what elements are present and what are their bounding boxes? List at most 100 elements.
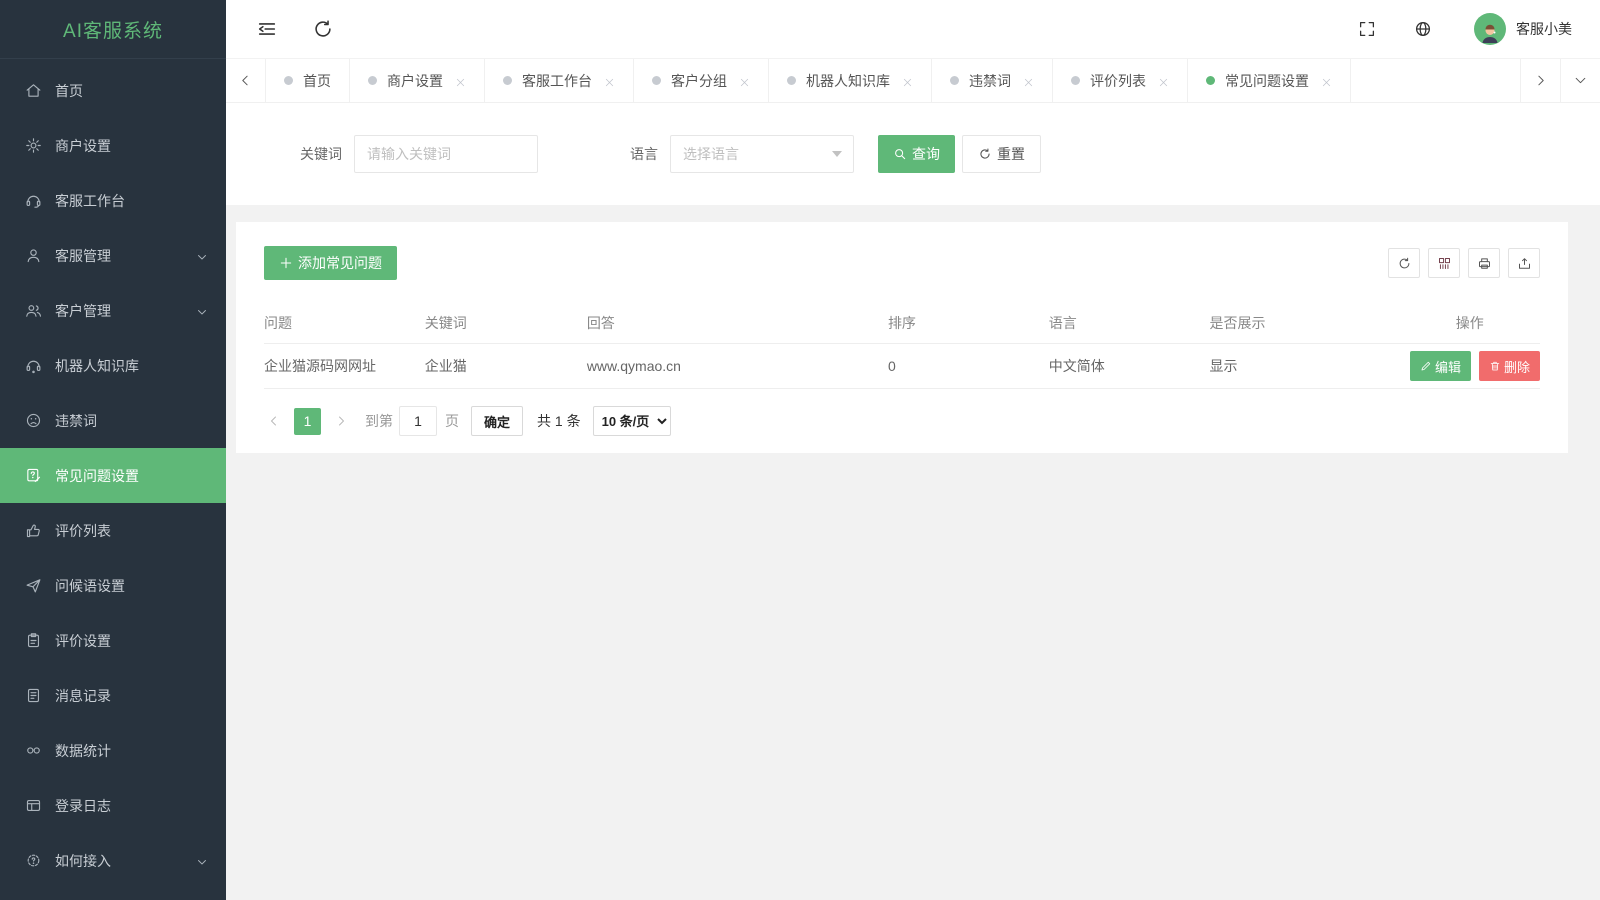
export-icon[interactable] xyxy=(1508,248,1540,278)
sidebar-item-how-to-connect[interactable]: 如何接入 xyxy=(0,833,226,888)
add-faq-button[interactable]: 添加常见问题 xyxy=(264,246,397,280)
trash-icon xyxy=(1490,361,1500,371)
table-refresh-icon[interactable] xyxy=(1388,248,1420,278)
tabs-menu-icon[interactable] xyxy=(1560,59,1600,102)
delete-button[interactable]: 删除 xyxy=(1478,351,1540,381)
sidebar-item-label: 常见问题设置 xyxy=(55,467,139,484)
tab-workbench[interactable]: 客服工作台 xyxy=(485,59,634,102)
language-select[interactable]: 选择语言 xyxy=(670,135,854,173)
tabs-scroll-left-icon[interactable] xyxy=(226,59,266,102)
robot-icon xyxy=(25,357,42,374)
sidebar-item-robot-knowledge[interactable]: 机器人知识库 xyxy=(0,338,226,393)
next-page-icon[interactable] xyxy=(331,415,351,427)
page-number-button[interactable]: 1 xyxy=(294,407,321,435)
infinity-icon xyxy=(25,742,42,759)
sidebar-item-review-list[interactable]: 评价列表 xyxy=(0,503,226,558)
sidebar-item-label: 首页 xyxy=(55,82,83,99)
sidebar-item-customer-management[interactable]: 客户管理 xyxy=(0,283,226,338)
users-icon xyxy=(25,302,42,319)
goto-label: 到第 xyxy=(365,413,393,429)
sidebar-item-merchant-settings[interactable]: 商户设置 xyxy=(0,118,226,173)
globe-icon[interactable] xyxy=(1414,20,1432,38)
collapse-menu-icon[interactable] xyxy=(256,18,278,40)
tabs-scroll-right-icon[interactable] xyxy=(1520,59,1560,102)
edit-button[interactable]: 编辑 xyxy=(1409,351,1471,381)
chevron-down-icon xyxy=(196,855,208,867)
sidebar-item-banned-words[interactable]: 违禁词 xyxy=(0,393,226,448)
reset-icon xyxy=(980,148,990,159)
window-icon xyxy=(25,797,42,814)
table-columns-icon[interactable] xyxy=(1428,248,1460,278)
sidebar-item-label: 客服工作台 xyxy=(55,192,125,209)
per-page-select[interactable]: 10 条/页 xyxy=(592,406,671,436)
clipboard-icon xyxy=(25,632,42,649)
tab-label: 违禁词 xyxy=(969,72,1011,89)
tab-dot xyxy=(284,76,293,85)
print-icon[interactable] xyxy=(1468,248,1500,278)
sidebar-item-agent-management[interactable]: 客服管理 xyxy=(0,228,226,283)
close-icon[interactable] xyxy=(604,75,615,87)
sidebar-item-workbench[interactable]: 客服工作台 xyxy=(0,173,226,228)
col-actions: 操作 xyxy=(1455,314,1484,331)
sidebar-item-faq-settings[interactable]: 常见问题设置 xyxy=(0,448,226,503)
language-select-value[interactable]: 选择语言 xyxy=(670,135,854,173)
cell-sort: 0 xyxy=(887,358,896,374)
sidebar-item-label: 消息记录 xyxy=(55,687,111,704)
goto-page-input[interactable] xyxy=(399,406,437,436)
close-icon[interactable] xyxy=(1321,75,1332,87)
total-count-label: 共 1 条 xyxy=(537,413,581,429)
home-icon xyxy=(25,82,42,99)
sidebar-item-greeting-settings[interactable]: 问候语设置 xyxy=(0,558,226,613)
reset-button[interactable]: 重置 xyxy=(962,135,1041,173)
close-icon[interactable] xyxy=(1023,75,1034,87)
table-tool-icons xyxy=(1380,248,1540,278)
plus-icon xyxy=(280,257,292,269)
col-question: 问题 xyxy=(264,314,292,331)
sidebar-item-home[interactable]: 首页 xyxy=(0,63,226,118)
app-window: AI客服系统 首页 商户设置 客服工作台 客服管理 客户管理 机器人知识库 违禁… xyxy=(0,0,1600,900)
paper-plane-icon xyxy=(25,577,42,594)
sidebar-item-label: 评价设置 xyxy=(55,632,111,649)
user-avatar[interactable] xyxy=(1474,13,1506,45)
tab-banned-words[interactable]: 违禁词 xyxy=(932,59,1053,102)
col-display: 是否展示 xyxy=(1209,314,1266,331)
close-icon[interactable] xyxy=(902,75,913,87)
topbar-right: 客服小美 xyxy=(1320,13,1572,45)
tab-home[interactable]: 首页 xyxy=(266,59,350,102)
user-icon xyxy=(25,247,42,264)
search-panel: 关键词 语言 选择语言 查询 重置 xyxy=(226,103,1600,205)
keyword-input[interactable] xyxy=(354,135,538,173)
tab-dot xyxy=(503,76,512,85)
tab-customer-groups[interactable]: 客户分组 xyxy=(634,59,769,102)
tab-faq-settings[interactable]: 常见问题设置 xyxy=(1188,59,1351,102)
tab-dot xyxy=(1071,76,1080,85)
sidebar-item-login-log[interactable]: 登录日志 xyxy=(0,778,226,833)
language-label: 语言 xyxy=(630,146,658,162)
sidebar-item-message-log[interactable]: 消息记录 xyxy=(0,668,226,723)
sidebar-item-review-settings[interactable]: 评价设置 xyxy=(0,613,226,668)
close-icon[interactable] xyxy=(739,75,750,87)
refresh-icon[interactable] xyxy=(312,18,334,40)
thumbs-up-icon xyxy=(25,522,42,539)
prev-page-icon[interactable] xyxy=(264,415,284,427)
sidebar-menu: 首页 商户设置 客服工作台 客服管理 客户管理 机器人知识库 违禁词 常见问题设… xyxy=(0,59,226,888)
fullscreen-icon[interactable] xyxy=(1358,20,1376,38)
cell-keyword: 企业猫 xyxy=(424,358,467,374)
tab-merchant-settings[interactable]: 商户设置 xyxy=(350,59,485,102)
tabs: 首页 商户设置 客服工作台 客户分组 机器人知识库 违禁词 评价列表 常见问题设… xyxy=(266,59,1520,102)
tab-label: 评价列表 xyxy=(1090,72,1146,89)
tab-dot xyxy=(787,76,796,85)
tab-robot-knowledge[interactable]: 机器人知识库 xyxy=(769,59,932,102)
app-logo: AI客服系统 xyxy=(0,0,226,59)
tab-dot xyxy=(652,76,661,85)
tab-label: 客服工作台 xyxy=(522,72,592,89)
sidebar-item-statistics[interactable]: 数据统计 xyxy=(0,723,226,778)
close-icon[interactable] xyxy=(1158,75,1169,87)
close-icon[interactable] xyxy=(455,75,466,87)
query-button[interactable]: 查询 xyxy=(878,135,955,173)
table-row: 企业猫源码网网址 企业猫 www.qymao.cn 0 中文简体 显示 编辑 删… xyxy=(264,344,1540,389)
sidebar-item-label: 登录日志 xyxy=(55,797,111,814)
username-label[interactable]: 客服小美 xyxy=(1516,19,1572,39)
goto-confirm-button[interactable]: 确定 xyxy=(471,406,524,436)
tab-review-list[interactable]: 评价列表 xyxy=(1053,59,1188,102)
